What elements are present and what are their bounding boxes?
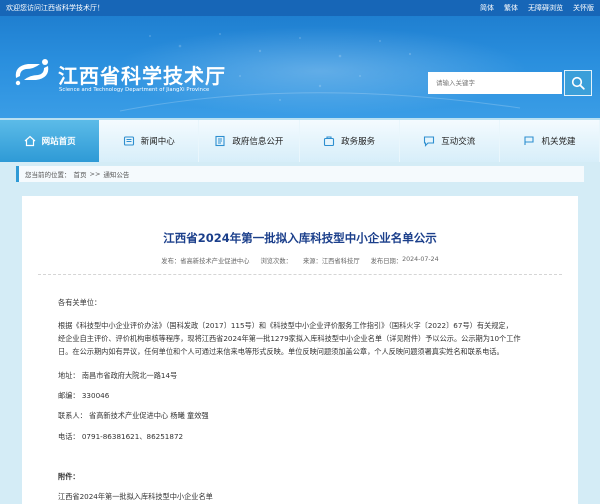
body-line: 日。在公示期内如有异议，任何单位和个人可通过来信来电等形式反映。单位反映问题须加… <box>58 347 504 356</box>
body-line: 根据《科技型中小企业评价办法》（国科发政〔2017〕115号）和《科技型中小企业… <box>58 321 513 330</box>
link-care-mode[interactable]: 关怀版 <box>573 3 594 13</box>
top-links: 简体 繁体 无障碍浏览 关怀版 <box>480 3 594 13</box>
news-icon <box>123 136 134 146</box>
nav-label: 新闻中心 <box>140 137 175 147</box>
link-traditional[interactable]: 繁体 <box>504 3 518 13</box>
logo-chinese-title: 江西省科学技术厅 <box>58 64 226 88</box>
article-body: 根据《科技型中小企业评价办法》（国科发政〔2017〕115号）和《科技型中小企业… <box>58 319 558 358</box>
body-line: 经企业自主评价、评价机构审核等程序，现将江西省2024年第一批1279家拟入库科… <box>58 334 521 343</box>
nav-item-home[interactable]: 网站首页 <box>0 120 100 162</box>
welcome-text: 欢迎您访问江西省科学技术厅！ <box>6 4 104 12</box>
nav-label: 网站首页 <box>41 137 76 147</box>
department-logo-icon <box>15 59 49 86</box>
article-phone: 电话： 0791-86381621、86251872 <box>58 432 184 441</box>
article-postcode: 邮编： 330046 <box>58 391 110 400</box>
info-icon <box>215 135 225 147</box>
nav-label: 互动交流 <box>441 137 476 147</box>
breadcrumb: 您当前的位置： 首页 >> 通知公告 <box>16 166 584 182</box>
nav-item-services[interactable]: 政务服务 <box>300 120 400 162</box>
article-panel: 江西省2024年第一批拟入库科技型中小企业名单公示 发布： 省高新技术产业促进中心… <box>22 196 578 504</box>
breadcrumb-separator: >> <box>89 170 101 178</box>
breadcrumb-prefix: 您当前的位置： <box>25 171 71 179</box>
home-icon <box>24 135 35 147</box>
logo-english-title: Science and Technology Department of Jia… <box>59 87 210 93</box>
meta-date: 发布日期： 2024-07-24 <box>370 256 439 265</box>
link-simplified[interactable]: 简体 <box>480 3 494 13</box>
nav-label: 政务服务 <box>341 137 376 147</box>
breadcrumb-home-link[interactable]: 首页 <box>74 169 87 179</box>
attachment-link[interactable]: 江西省2024年第一批拟入库科技型中小企业名单 <box>58 492 213 502</box>
nav-item-news[interactable]: 新闻中心 <box>99 120 200 162</box>
article-meta: 发布： 省高新技术产业促进中心 浏览次数： 来源： 江西省科技厅 发布日期： 2024… <box>22 256 578 265</box>
chat-icon <box>424 136 435 147</box>
site-header: 江西省科学技术厅 Science and Technology Departme… <box>0 16 600 118</box>
service-icon <box>324 136 335 147</box>
nav-label: 机关党建 <box>541 137 576 147</box>
meta-publisher: 发布： 省高新技术产业促进中心 <box>161 258 250 265</box>
party-icon <box>524 136 534 145</box>
article-title: 江西省2024年第一批拟入库科技型中小企业名单公示 <box>163 231 437 245</box>
search-input[interactable] <box>428 72 562 94</box>
main-nav: 网站首页 新闻中心 政府信息公开 政务服务 互动交流 机关党建 <box>0 118 600 162</box>
search-icon <box>571 76 585 90</box>
breadcrumb-current-link[interactable]: 通知公告 <box>103 169 129 179</box>
meta-source: 来源： 江西省科技厅 <box>302 258 360 265</box>
title-divider <box>38 274 562 275</box>
article-address: 地址： 南昌市省政府大院北一路14号 <box>58 371 178 380</box>
top-bar: 欢迎您访问江西省科学技术厅！ 简体 繁体 无障碍浏览 关怀版 <box>0 0 600 16</box>
attachment-label: 附件： <box>58 472 80 481</box>
search-button[interactable] <box>564 70 592 96</box>
article-greeting: 各有关单位： <box>58 298 102 307</box>
article-contact: 联系人： 省高新技术产业促进中心 杨曦 童效强 <box>58 411 209 420</box>
link-accessibility[interactable]: 无障碍浏览 <box>528 3 563 13</box>
nav-item-party[interactable]: 机关党建 <box>500 120 600 162</box>
meta-views: 浏览次数： <box>260 258 292 265</box>
nav-item-interaction[interactable]: 互动交流 <box>400 120 500 162</box>
nav-item-gov-info[interactable]: 政府信息公开 <box>199 120 300 162</box>
nav-label: 政府信息公开 <box>232 137 284 147</box>
